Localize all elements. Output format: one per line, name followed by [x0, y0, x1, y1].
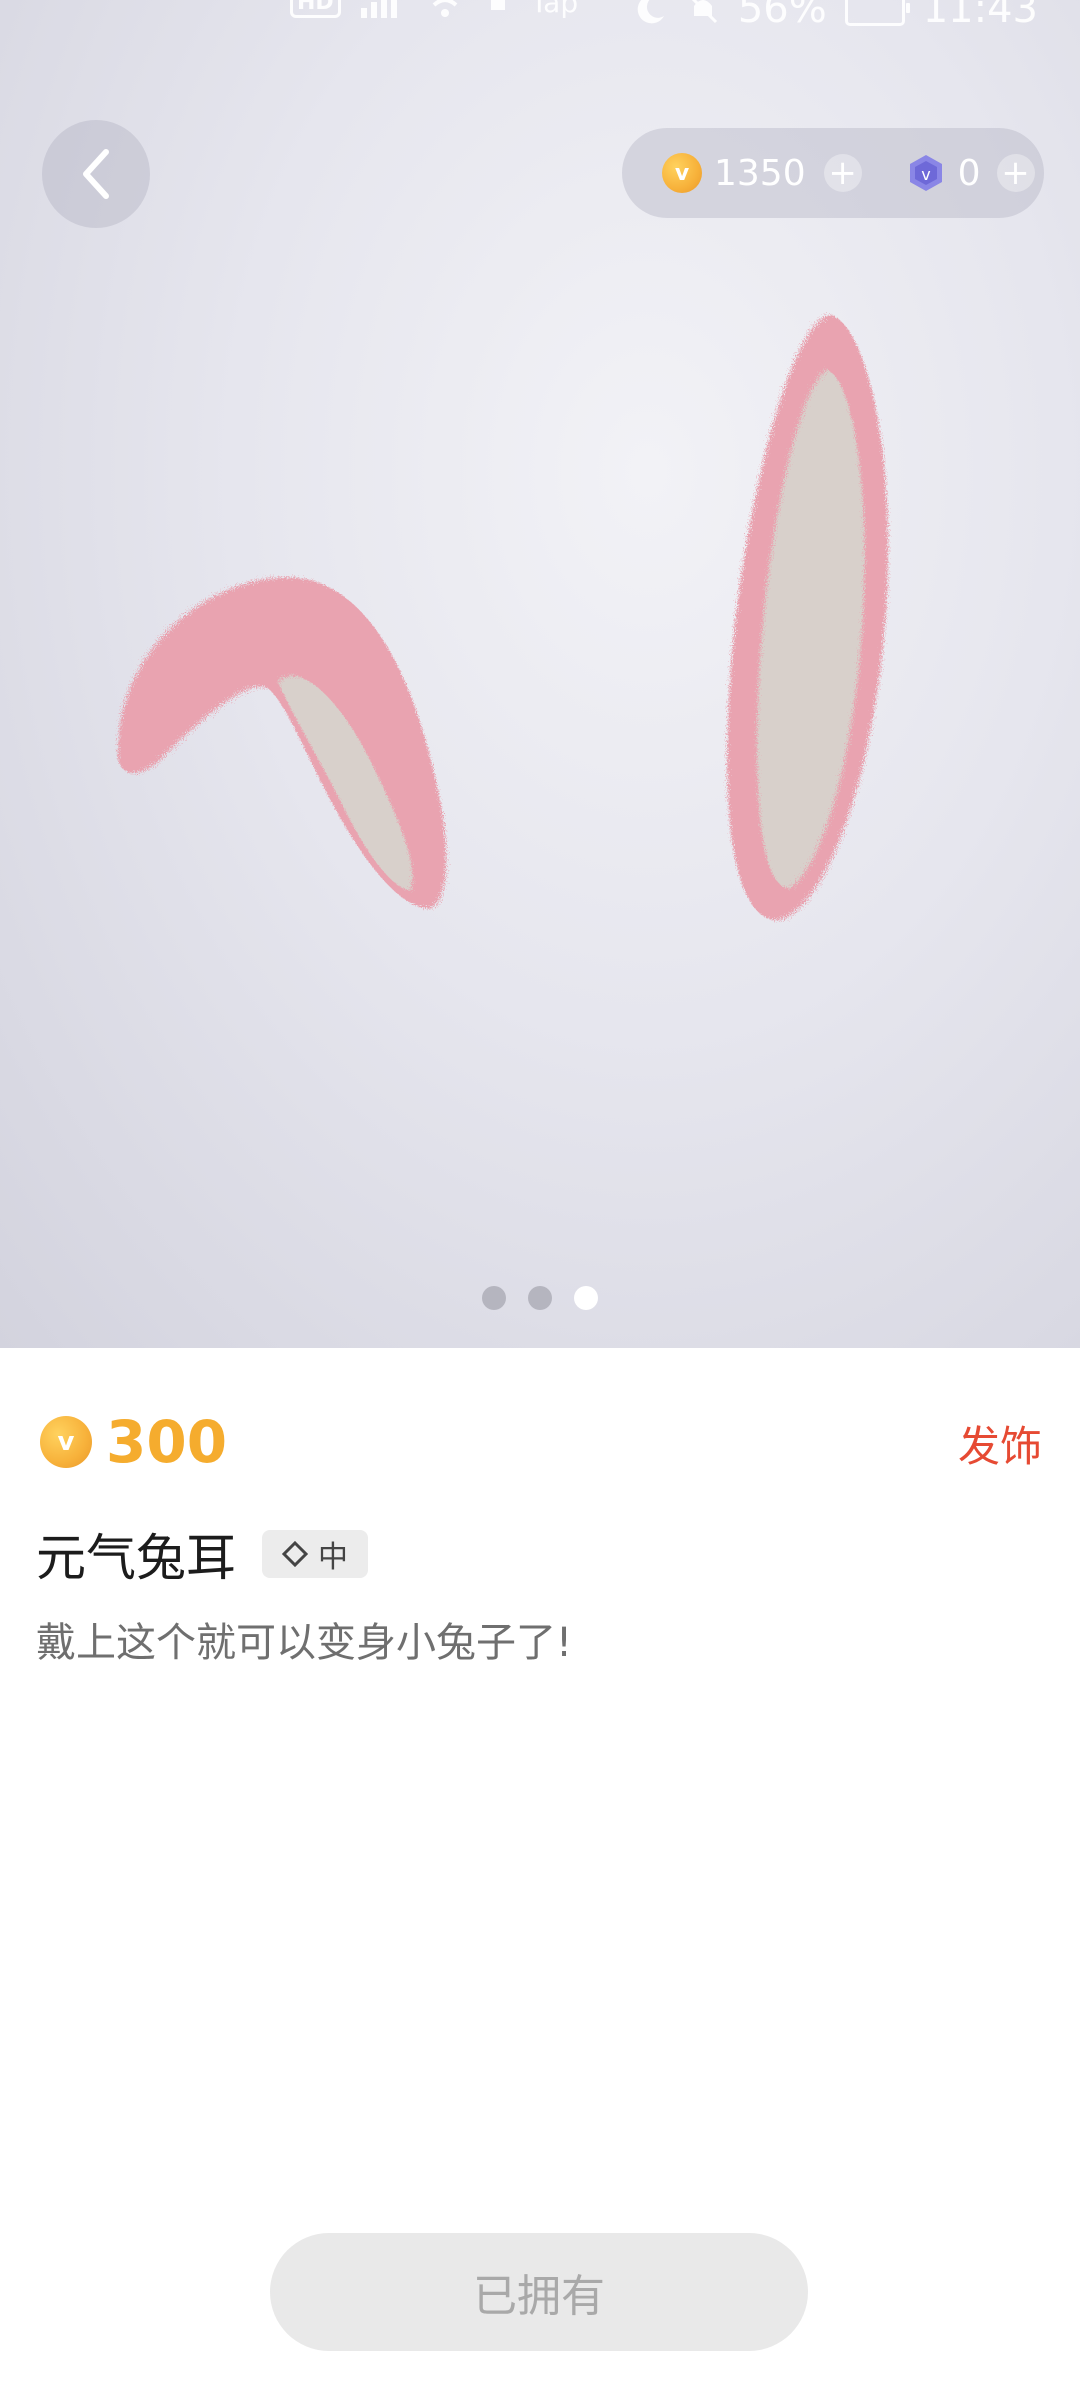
- diamond-outline-icon: [282, 1541, 308, 1567]
- item-preview: HD Tap 56% 11:43 v 1350 + v 0 +: [0, 0, 1080, 1348]
- carousel-dot-active[interactable]: [574, 1286, 598, 1310]
- coin-icon: v: [40, 1416, 92, 1468]
- item-description: 戴上这个就可以变身小兔子了!: [36, 1620, 573, 1666]
- carousel-indicator[interactable]: [0, 1286, 1080, 1310]
- price-row: v 300: [40, 1408, 227, 1476]
- carousel-dot[interactable]: [528, 1286, 552, 1310]
- title-row: 元气兔耳 中: [36, 1518, 368, 1590]
- owned-button-label: 已拥有: [473, 2271, 605, 2322]
- left-ear: [117, 577, 447, 909]
- bunny-ears-image: [117, 315, 889, 921]
- item-category: 发饰: [957, 1422, 1042, 1471]
- carousel-dot[interactable]: [482, 1286, 506, 1310]
- rarity-label: 中: [318, 1540, 348, 1575]
- rarity-badge: 中: [262, 1530, 368, 1578]
- owned-button[interactable]: 已拥有: [270, 2233, 808, 2351]
- item-price: 300: [106, 1408, 228, 1476]
- right-ear: [727, 315, 889, 921]
- item-name: 元气兔耳: [36, 1529, 236, 1587]
